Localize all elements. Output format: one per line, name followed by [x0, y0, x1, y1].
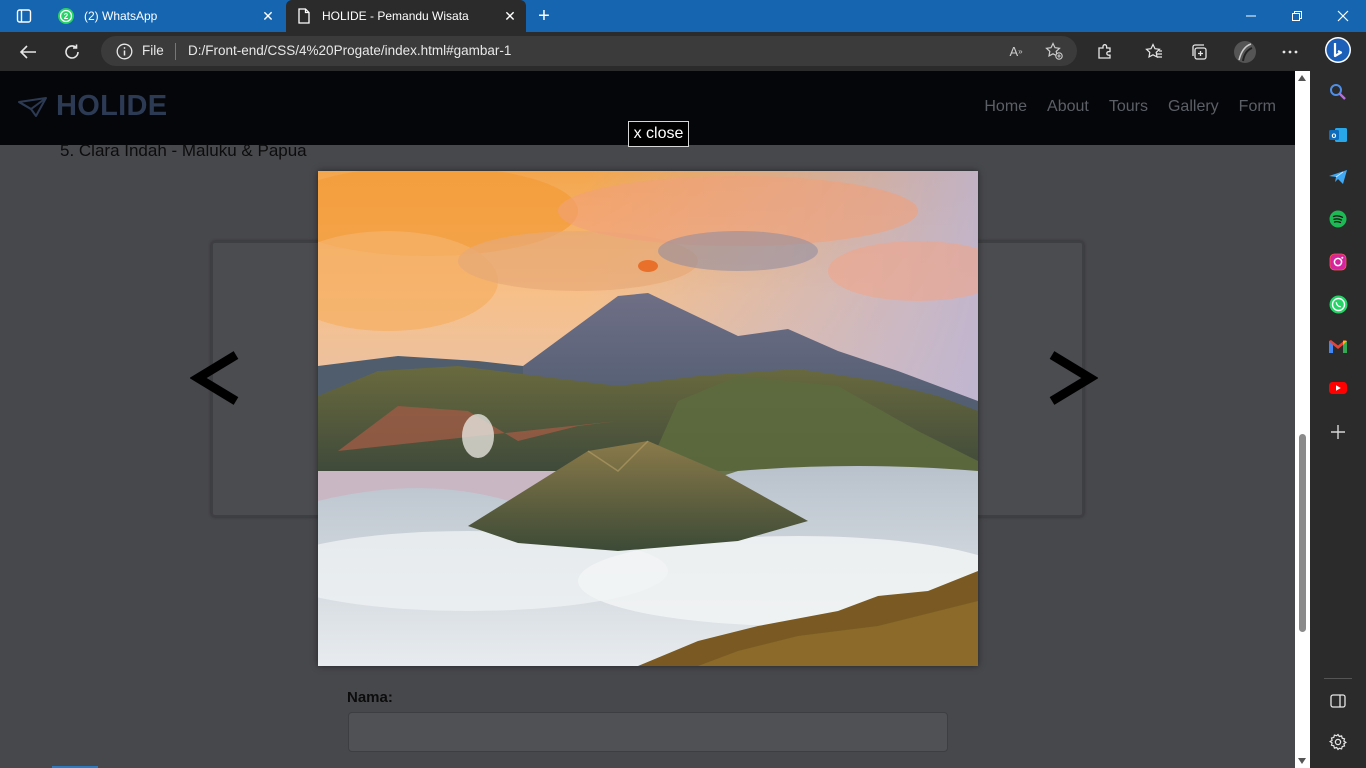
browser-toolbar: File D:/Front-end/CSS/4%20Progate/index.…: [0, 32, 1366, 71]
read-aloud-icon[interactable]: A»: [1005, 40, 1027, 62]
new-tab-button[interactable]: +: [532, 4, 556, 28]
nav-about[interactable]: About: [1047, 98, 1089, 116]
close-tab-icon[interactable]: ✕: [258, 6, 278, 26]
tab-holide[interactable]: HOLIDE - Pemandu Wisata ✕: [286, 0, 526, 32]
brand-name: HOLIDE: [56, 90, 168, 122]
scheme-label: File: [142, 43, 164, 58]
tab-actions-button[interactable]: [8, 4, 40, 28]
brand[interactable]: HOLIDE: [18, 90, 167, 123]
whatsapp-icon[interactable]: [1328, 294, 1348, 314]
next-arrow-icon[interactable]: [1048, 351, 1098, 405]
outlook-icon[interactable]: o: [1328, 125, 1348, 145]
lightbox-close-button[interactable]: x close: [628, 121, 689, 147]
profile-avatar[interactable]: [1230, 37, 1260, 67]
paper-plane-icon: [18, 96, 47, 117]
restore-icon: [1292, 11, 1302, 21]
search-icon[interactable]: [1328, 82, 1348, 102]
favorite-add-icon[interactable]: [1043, 40, 1065, 62]
refresh-icon: [65, 44, 79, 59]
sidebar-divider: [1324, 678, 1352, 679]
refresh-button[interactable]: [57, 37, 87, 67]
whatsapp-icon: 2: [57, 7, 75, 25]
favorites-icon: [1145, 43, 1162, 59]
main-nav: Home About Tours Gallery Form: [964, 98, 1276, 116]
nav-gallery[interactable]: Gallery: [1168, 98, 1219, 116]
page-icon: [295, 7, 313, 25]
tour-list-item: 5. Clara Indah - Maluku & Papua: [60, 141, 307, 160]
more-button[interactable]: [1275, 37, 1305, 67]
minimize-button[interactable]: [1228, 0, 1274, 32]
add-icon[interactable]: [1328, 422, 1348, 442]
minimize-icon: [1246, 15, 1256, 17]
whatsapp-badge: 2: [64, 12, 69, 21]
tab-whatsapp[interactable]: 2 (2) WhatsApp ✕: [48, 0, 284, 32]
spotify-icon[interactable]: [1328, 209, 1348, 229]
close-icon: [1337, 10, 1349, 22]
scroll-down-icon[interactable]: [1298, 758, 1306, 764]
svg-text:o: o: [1332, 131, 1337, 140]
restore-button[interactable]: [1274, 0, 1320, 32]
name-field[interactable]: [348, 712, 948, 752]
nav-home[interactable]: Home: [984, 98, 1027, 116]
tab-strip: 2 (2) WhatsApp ✕ HOLIDE - Pemandu Wisata…: [0, 0, 1366, 32]
collections-button[interactable]: [1184, 37, 1214, 67]
scroll-up-icon[interactable]: [1298, 75, 1306, 81]
nav-form[interactable]: Form: [1239, 98, 1276, 116]
tab-title: (2) WhatsApp: [84, 9, 158, 23]
page-scrollbar[interactable]: [1295, 71, 1310, 768]
extensions-icon: [1098, 44, 1111, 59]
more-icon: [1282, 50, 1298, 54]
telegram-icon[interactable]: [1328, 167, 1348, 187]
scroll-thumb[interactable]: [1299, 434, 1306, 632]
tab-actions-icon: [16, 9, 32, 23]
instagram-icon[interactable]: [1328, 252, 1348, 272]
youtube-icon[interactable]: [1328, 378, 1348, 398]
favorites-button[interactable]: [1139, 37, 1169, 67]
plus-icon: +: [538, 4, 550, 27]
back-button[interactable]: [13, 37, 43, 67]
url-text[interactable]: D:/Front-end/CSS/4%20Progate/index.html#…: [188, 43, 511, 58]
gmail-icon[interactable]: [1328, 336, 1348, 356]
close-window-button[interactable]: [1320, 0, 1366, 32]
info-icon[interactable]: [116, 43, 133, 60]
page-viewport: HOLIDE Home About Tours Gallery Form 5. …: [0, 71, 1295, 768]
bromo-volcano-image: [318, 171, 978, 666]
name-label: Nama:: [347, 689, 393, 706]
prev-arrow-icon[interactable]: [190, 351, 240, 405]
address-bar[interactable]: File D:/Front-end/CSS/4%20Progate/index.…: [101, 36, 1077, 66]
back-icon: [19, 45, 36, 59]
close-tab-icon[interactable]: ✕: [500, 6, 520, 26]
bing-copilot-icon[interactable]: [1324, 36, 1352, 64]
split-view-icon[interactable]: [1328, 691, 1348, 711]
collections-icon: [1192, 44, 1207, 60]
nav-tours[interactable]: Tours: [1109, 98, 1148, 116]
lightbox-image: [318, 171, 978, 666]
edge-sidebar: o: [1310, 32, 1366, 768]
divider: [175, 43, 176, 60]
extensions-button[interactable]: [1090, 37, 1120, 67]
tab-title: HOLIDE - Pemandu Wisata: [322, 9, 469, 23]
settings-icon[interactable]: [1328, 732, 1348, 752]
